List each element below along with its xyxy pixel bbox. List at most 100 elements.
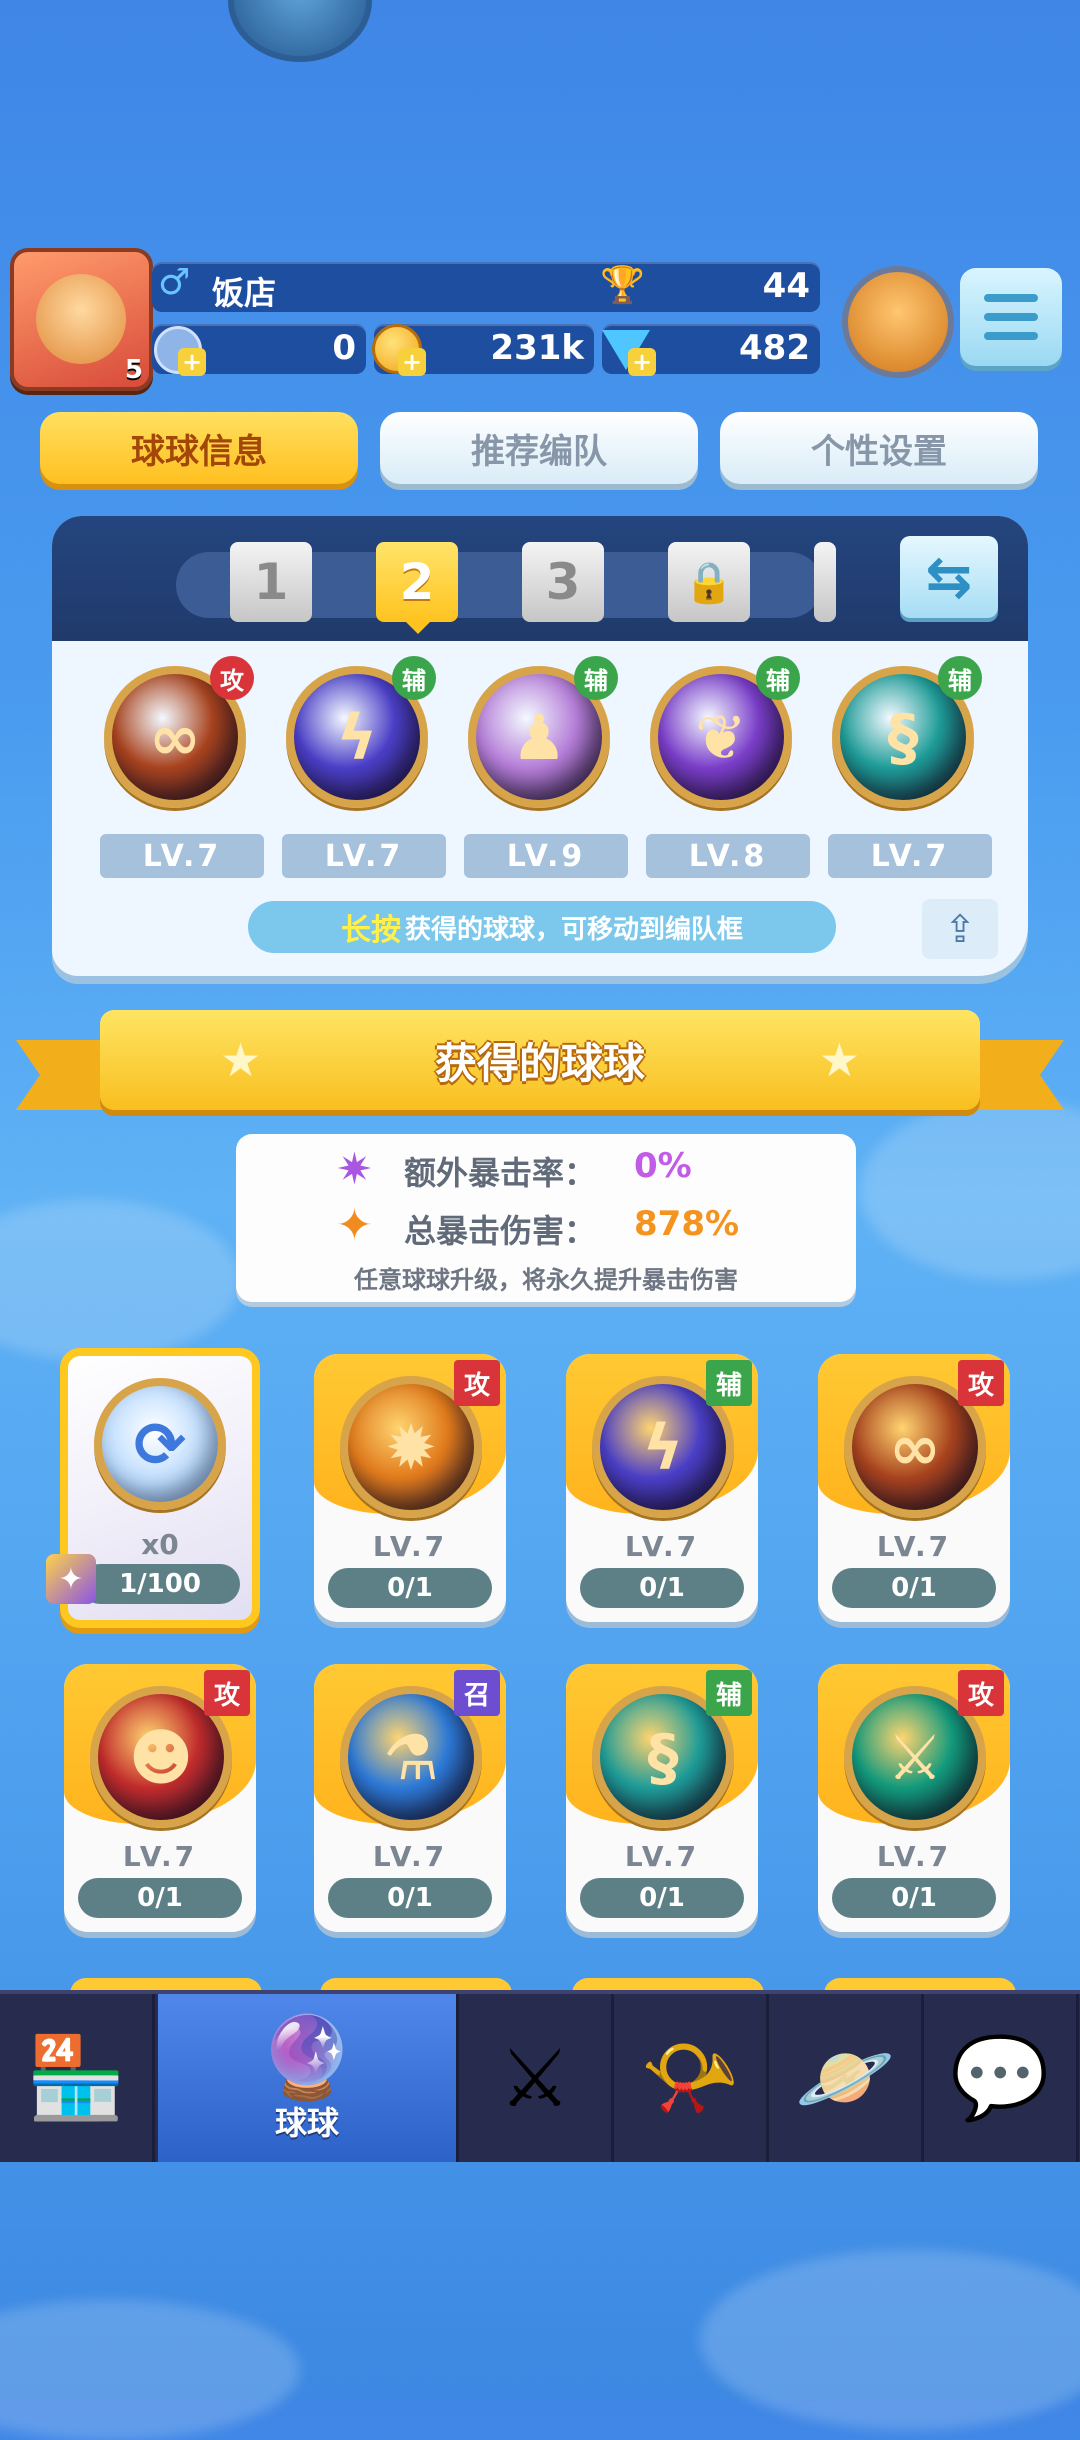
name-bar: ♂ 饭店 🏆 44 (152, 262, 820, 312)
tab-ball-info[interactable]: 球球信息 (40, 412, 358, 484)
whistle-icon: 📯 (640, 2031, 740, 2124)
partial-card-row (0, 1970, 1080, 1998)
star-icon: ★ (220, 1033, 262, 1087)
crit-stats-panel: ✷ 额外暴击率： 0% ✦ 总暴击伤害： 878% 任意球球升级，将永久提升暴击… (236, 1134, 856, 1302)
ball-type-tag: 召 (454, 1670, 500, 1716)
ball-card[interactable]: ∞ 攻 LV.7 0/1 (818, 1354, 1010, 1622)
gender-icon: ♂ (158, 262, 191, 303)
player-avatar[interactable]: 5 (10, 248, 153, 391)
avatar-face (36, 274, 126, 364)
ball-level: LV.7 (876, 1840, 952, 1873)
team-slot-2[interactable]: 2 (376, 542, 458, 622)
trophy-icon: 🏆 (600, 265, 645, 306)
ball-type-tag: 攻 (454, 1360, 500, 1406)
team-ball-level: LV.9 (464, 834, 628, 878)
team-slot-1[interactable]: 1 (230, 542, 312, 622)
share-button[interactable]: ⇪ (922, 899, 998, 959)
ball-type-tag: 攻 (204, 1670, 250, 1716)
team-slot-partial (814, 542, 836, 622)
team-ball-level: LV.8 (646, 834, 810, 878)
nav-item-battle[interactable]: ⚔ (459, 1994, 614, 2162)
crit-damage-label: 总暴击伤害： (404, 1212, 597, 1250)
energy-plus-button[interactable]: + (178, 348, 206, 376)
ball-card[interactable]: ☻ 攻 LV.7 0/1 (64, 1664, 256, 1932)
crit-damage-value: 878% (634, 1204, 740, 1244)
team-ball-tag: 辅 (392, 656, 436, 700)
top-avatar-peek (228, 0, 372, 62)
ball-level: LV.7 (372, 1840, 448, 1873)
ball-card[interactable]: § 辅 LV.7 0/1 (566, 1664, 758, 1932)
drag-hint: 长按 获得的球球，可移动到编队框 (248, 901, 836, 953)
crit-rate-label: 额外暴击率： (404, 1154, 597, 1192)
gem-count: 482 (739, 328, 810, 368)
nav-item-balls[interactable]: 🔮 球球 (158, 1994, 459, 2162)
ball-progress: 0/1 (78, 1878, 242, 1918)
player-name: 饭店 (212, 274, 277, 312)
menu-button[interactable] (960, 268, 1062, 366)
hint-text: 获得的球球，可移动到编队框 (404, 914, 743, 945)
lock-icon: 🔒 (684, 559, 734, 606)
tab-personal-settings[interactable]: 个性设置 (720, 412, 1038, 484)
crit-rate-value: 0% (634, 1146, 692, 1186)
team-ball-tag: 辅 (756, 656, 800, 700)
ball-type-tag: 攻 (958, 1670, 1004, 1716)
ball-progress: 0/1 (580, 1568, 744, 1608)
ball-card[interactable]: ϟ 辅 LV.7 0/1 (566, 1354, 758, 1622)
ball-card[interactable]: ✹ 攻 LV.7 0/1 (314, 1354, 506, 1622)
swap-button[interactable]: ⇆ (900, 536, 998, 618)
nav-item-shop[interactable]: 🏪 (0, 1994, 155, 2162)
share-icon: ⇪ (944, 907, 976, 951)
ball-level: LV.7 (876, 1530, 952, 1563)
ball-card[interactable]: ⚗ 召 LV.7 0/1 (314, 1664, 506, 1932)
tab-recommended-team[interactable]: 推荐编队 (380, 412, 698, 484)
shop-icon: 🏪 (26, 2031, 126, 2124)
puzzle-piece-icon: ✦ (46, 1554, 96, 1604)
avatar-level: 5 (124, 355, 143, 385)
nav-label: 球球 (274, 2104, 339, 2142)
team-ball-tag: 攻 (210, 656, 254, 700)
team-ball-tag: 辅 (938, 656, 982, 700)
ball-type-tag: 辅 (706, 1360, 752, 1406)
gem-bar: + 482 (602, 324, 820, 376)
battle-icon: ⚔ (499, 2031, 571, 2125)
team-ball-tag: 辅 (574, 656, 618, 700)
crit-rate-icon: ✷ (336, 1144, 373, 1195)
hint-emphasis: 长按 (340, 913, 401, 948)
ball-progress: 0/1 (580, 1878, 744, 1918)
gold-bar: + 231k (372, 324, 594, 376)
crit-note: 任意球球升级，将永久提升暴击伤害 (354, 1266, 738, 1294)
ball-progress: 0/1 (328, 1878, 492, 1918)
gold-count: 231k (490, 328, 584, 368)
team-slot-locked[interactable]: 🔒 (668, 542, 750, 622)
planet-icon: 🪐 (795, 2031, 895, 2124)
ball-level: LV.7 (624, 1840, 700, 1873)
section-banner: ★ 获得的球球 ★ (100, 1010, 980, 1110)
balls-icon: 🔮 (257, 2011, 357, 2104)
ball-level: LV.7 (372, 1530, 448, 1563)
team-ball-level: LV.7 (282, 834, 446, 878)
trophy-count: 44 (762, 266, 810, 306)
refresh-ball-icon: ⟳ (94, 1378, 226, 1510)
team-ball-level: LV.7 (100, 834, 264, 878)
team-ball-level: LV.7 (828, 834, 992, 878)
swap-icon: ⇆ (925, 544, 973, 610)
special-ball-count: x0 (141, 1528, 179, 1561)
bottom-nav: 🏪 🔮 球球 ⚔ 📯 🪐 💬 (0, 1990, 1080, 2162)
ball-progress: 0/1 (832, 1568, 996, 1608)
ball-level: LV.7 (624, 1530, 700, 1563)
banner-title: 获得的球球 (434, 1038, 645, 1088)
ball-level: LV.7 (122, 1840, 198, 1873)
menu-icon (984, 294, 1038, 302)
crit-damage-icon: ✦ (336, 1200, 373, 1251)
star-icon: ★ (818, 1033, 860, 1087)
special-ball-progress: 1/100 (80, 1564, 240, 1604)
gem-plus-button[interactable]: + (628, 348, 656, 376)
nav-item-chat[interactable]: 💬 (924, 1994, 1079, 2162)
gold-plus-button[interactable]: + (398, 348, 426, 376)
team-slot-3[interactable]: 3 (522, 542, 604, 622)
ball-card[interactable]: ⚔ 攻 LV.7 0/1 (818, 1664, 1010, 1932)
slot-pointer (404, 620, 432, 634)
nav-item-whistle[interactable]: 📯 (614, 1994, 769, 2162)
rank-badge-icon[interactable] (842, 266, 954, 378)
nav-item-planet[interactable]: 🪐 (769, 1994, 924, 2162)
